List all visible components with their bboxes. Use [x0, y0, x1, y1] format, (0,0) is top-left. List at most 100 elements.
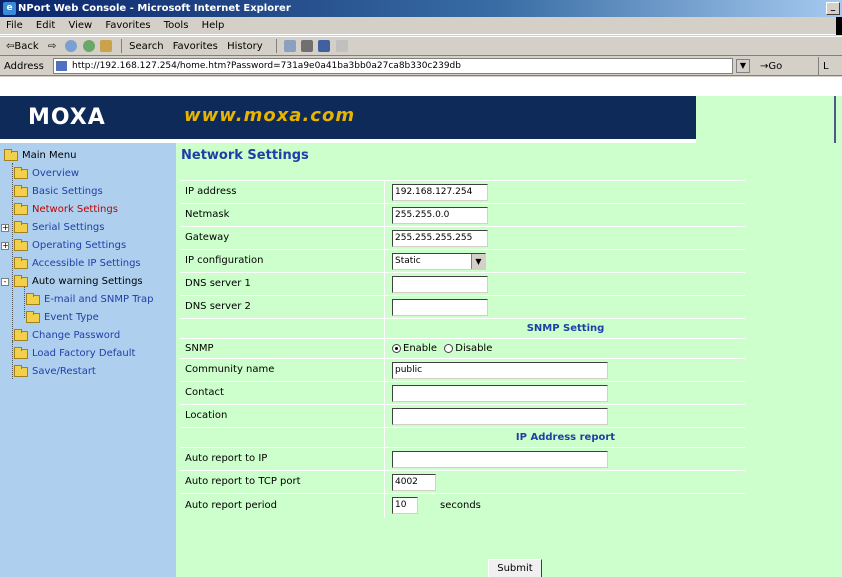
- go-button[interactable]: →Go: [760, 57, 782, 76]
- moxa-logo: MOXA: [28, 105, 106, 130]
- settings-panel: Network Settings IP address 192.168.127.…: [176, 143, 842, 577]
- discuss-icon[interactable]: [335, 40, 348, 52]
- sidebar-item-label: Accessible IP Settings: [32, 258, 141, 269]
- sidebar-item-accessible-ip-settings[interactable]: Accessible IP Settings: [0, 255, 176, 273]
- sidebar-item-label: Change Password: [32, 330, 121, 341]
- links-button[interactable]: L: [818, 57, 829, 76]
- location-row: Location: [180, 404, 745, 427]
- refresh-icon[interactable]: [82, 40, 95, 52]
- expand-plus-icon[interactable]: +: [1, 224, 9, 232]
- menu-edge: [836, 17, 842, 35]
- menu-favorites[interactable]: Favorites: [105, 17, 150, 35]
- ip-config-label: IP configuration: [180, 250, 385, 272]
- search-button[interactable]: Search: [129, 37, 163, 57]
- sidebar-item-main-menu[interactable]: Main Menu: [0, 147, 176, 165]
- page-icon: [56, 61, 67, 71]
- history-button[interactable]: History: [227, 37, 263, 57]
- ip-config-select[interactable]: Static ▼: [392, 253, 486, 270]
- sidebar-item-load-factory-default[interactable]: Load Factory Default: [0, 345, 176, 363]
- dns2-label: DNS server 2: [180, 296, 385, 318]
- address-input[interactable]: http://192.168.127.254/home.htm?Password…: [53, 58, 733, 74]
- auto-report-period-row: Auto report period 10 seconds: [180, 493, 745, 518]
- favorites-button[interactable]: Favorites: [173, 37, 218, 57]
- auto-report-ip-input[interactable]: [392, 451, 608, 468]
- dns2-input[interactable]: [392, 299, 488, 316]
- folder-open-icon: [4, 149, 18, 161]
- snmp-enable-radio[interactable]: [392, 343, 401, 353]
- gateway-input[interactable]: 255.255.255.255: [392, 230, 488, 247]
- snmp-section-header: SNMP Setting: [180, 318, 745, 339]
- toolbar-separator: [275, 39, 277, 53]
- netmask-label: Netmask: [180, 204, 385, 226]
- menu-view[interactable]: View: [68, 17, 92, 35]
- collapse-minus-icon[interactable]: -: [1, 278, 9, 286]
- location-label: Location: [180, 405, 385, 427]
- sidebar-item-label: Auto warning Settings: [32, 276, 143, 287]
- dns1-label: DNS server 1: [180, 273, 385, 295]
- folder-icon: [26, 293, 40, 305]
- auto-report-ip-row: Auto report to IP: [180, 447, 745, 470]
- folder-icon: [14, 167, 28, 179]
- stop-icon[interactable]: [65, 40, 78, 52]
- print-icon[interactable]: [301, 40, 314, 52]
- edit-icon[interactable]: [318, 40, 331, 52]
- back-button[interactable]: ⇦Back: [6, 37, 39, 57]
- window-title-bar[interactable]: e NPort Web Console - Microsoft Internet…: [0, 0, 842, 17]
- sidebar-item-network-settings[interactable]: Network Settings: [0, 201, 176, 219]
- ip-address-input[interactable]: 192.168.127.254: [392, 184, 488, 201]
- menu-tools[interactable]: Tools: [164, 17, 189, 35]
- sidebar-item-overview[interactable]: Overview: [0, 165, 176, 183]
- snmp-label: SNMP: [180, 339, 385, 359]
- sidebar-item-label: Network Settings: [32, 204, 118, 215]
- menu-edit[interactable]: Edit: [36, 17, 55, 35]
- menu-bar: File Edit View Favorites Tools Help: [0, 17, 842, 35]
- mail-icon[interactable]: [284, 40, 297, 52]
- auto-report-port-input[interactable]: 4002: [392, 474, 436, 491]
- folder-icon: [14, 329, 28, 341]
- folder-icon: [14, 221, 28, 233]
- location-input[interactable]: [392, 408, 608, 425]
- snmp-disable-radio[interactable]: [444, 343, 454, 353]
- snmp-disable-label[interactable]: Disable: [455, 343, 492, 354]
- sidebar-item-event-type[interactable]: Event Type: [0, 309, 176, 327]
- community-input[interactable]: public: [392, 362, 608, 379]
- snmp-row: SNMP Enable Disable: [180, 338, 745, 359]
- folder-icon: [14, 347, 28, 359]
- netmask-input[interactable]: 255.255.0.0: [392, 207, 488, 224]
- ip-report-section-header: IP Address report: [180, 427, 745, 448]
- menu-help[interactable]: Help: [202, 17, 225, 35]
- address-dropdown-button[interactable]: ▼: [736, 59, 750, 73]
- sidebar-item-serial-settings[interactable]: + Serial Settings: [0, 219, 176, 237]
- sidebar-item-basic-settings[interactable]: Basic Settings: [0, 183, 176, 201]
- sidebar-item-auto-warning-settings[interactable]: - Auto warning Settings: [0, 273, 176, 291]
- dns1-input[interactable]: [392, 276, 488, 293]
- sidebar-item-label: Serial Settings: [32, 222, 105, 233]
- ip-config-row: IP configuration Static ▼: [180, 249, 745, 272]
- sidebar-item-label: Overview: [32, 168, 80, 179]
- auto-report-port-row: Auto report to TCP port 4002: [180, 470, 745, 493]
- community-row: Community name public: [180, 358, 745, 381]
- minimize-button[interactable]: _: [826, 2, 840, 15]
- netmask-row: Netmask 255.255.0.0: [180, 203, 745, 226]
- banner-divider: [834, 96, 836, 143]
- contact-row: Contact: [180, 381, 745, 404]
- browser-content: MOXA www.moxa.com Main Menu Overview Bas…: [0, 77, 842, 577]
- folder-icon: [14, 203, 28, 215]
- sidebar-item-email-snmp-trap[interactable]: E-mail and SNMP Trap: [0, 291, 176, 309]
- sidebar-item-operating-settings[interactable]: + Operating Settings: [0, 237, 176, 255]
- contact-input[interactable]: [392, 385, 608, 402]
- folder-icon: [14, 365, 28, 377]
- submit-button[interactable]: Submit: [488, 559, 542, 577]
- auto-report-period-input[interactable]: 10: [392, 497, 418, 514]
- folder-open-icon: [14, 275, 28, 287]
- sidebar-item-save-restart[interactable]: Save/Restart: [0, 363, 176, 381]
- snmp-radio-group: Enable Disable: [392, 339, 492, 359]
- snmp-enable-label[interactable]: Enable: [403, 343, 437, 354]
- expand-plus-icon[interactable]: +: [1, 242, 9, 250]
- home-icon[interactable]: [99, 40, 112, 52]
- sidebar-item-change-password[interactable]: Change Password: [0, 327, 176, 345]
- forward-button[interactable]: ⇨: [48, 37, 56, 57]
- chevron-down-icon[interactable]: ▼: [471, 254, 485, 269]
- sidebar-menu: Main Menu Overview Basic Settings Networ…: [0, 143, 176, 577]
- menu-file[interactable]: File: [6, 17, 23, 35]
